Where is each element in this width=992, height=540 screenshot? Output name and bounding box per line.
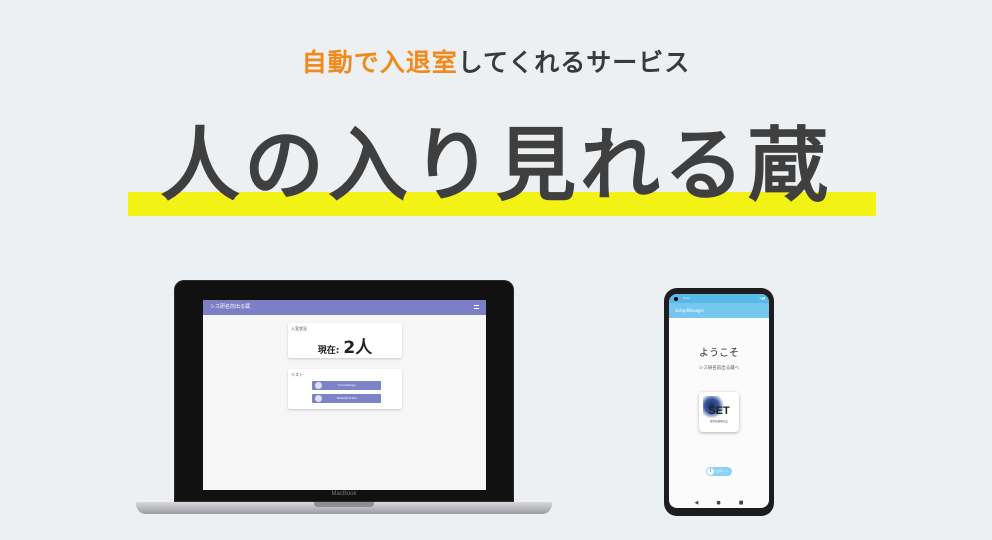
status-icons: ▾◢▮: [759, 296, 765, 300]
count-value: 2人: [343, 338, 373, 358]
avatar-icon: [315, 395, 322, 402]
phone-mockup: 9:43 ▾◢▮ SetupManager ようこそ シス研名前出る蔵へ SET…: [664, 288, 774, 516]
login-label: ログイン: [715, 469, 728, 473]
info-icon: i: [707, 468, 714, 475]
logo-text: SET: [708, 405, 730, 417]
laptop-screen: シス研名前出る蔵 入室状況 現在: 2人 リスト Yshumikago Takes…: [203, 300, 486, 490]
laptop-app-bar: シス研名前出る蔵: [203, 300, 486, 315]
list-card: リスト Yshumikago TakeshiHirata: [288, 369, 402, 409]
login-button[interactable]: i ログイン: [706, 467, 732, 476]
title-block: 人の入り見れる蔵: [0, 116, 992, 216]
laptop-notch: [314, 502, 374, 507]
tagline: 自動で入退室してくれるサービス: [0, 43, 992, 79]
laptop-app-title: シス研名前出る蔵: [210, 304, 251, 310]
back-icon[interactable]: ◀: [695, 500, 699, 506]
phone-status-bar: 9:43 ▾◢▮: [669, 294, 769, 303]
laptop-mockup: シス研名前出る蔵 入室状況 現在: 2人 リスト Yshumikago Takes…: [136, 280, 552, 520]
laptop-brand: MacBook: [331, 491, 357, 497]
recents-icon[interactable]: ■: [739, 500, 744, 506]
phone-app-bar: SetupManager: [669, 303, 769, 318]
tagline-rest: してくれるサービス: [457, 48, 691, 77]
logo-subtext: 創作技術研究会: [710, 420, 728, 423]
count-card: 入室状況 現在: 2人: [288, 323, 402, 358]
set-logo: SET 創作技術研究会: [699, 392, 739, 432]
home-icon[interactable]: ●: [716, 500, 720, 506]
phone-screen: 9:43 ▾◢▮ SetupManager ようこそ シス研名前出る蔵へ SET…: [669, 294, 769, 508]
avatar-icon: [315, 382, 322, 389]
count-card-label: 入室状況: [291, 326, 307, 331]
user-button[interactable]: TakeshiHirata: [312, 394, 381, 403]
phone-time: 9:43: [683, 296, 690, 300]
camera-icon: [674, 297, 678, 301]
count-line: 現在: 2人: [288, 333, 402, 358]
welcome-subtitle: シス研名前出る蔵へ: [698, 366, 740, 371]
laptop-base: [136, 502, 552, 514]
menu-icon[interactable]: [474, 305, 479, 309]
page-title: 人の入り見れる蔵: [160, 119, 832, 212]
phone-nav-bar: ◀ ● ■: [669, 497, 769, 508]
user-button[interactable]: Yshumikago: [312, 381, 381, 390]
user-name: Yshumikago: [337, 383, 356, 387]
laptop-lid: シス研名前出る蔵 入室状況 現在: 2人 リスト Yshumikago Takes…: [174, 280, 514, 502]
user-name: TakeshiHirata: [336, 396, 357, 400]
list-card-label: リスト: [291, 372, 303, 377]
tagline-highlight: 自動で入退室: [301, 48, 458, 77]
welcome-text: ようこそ: [699, 348, 739, 359]
count-prefix: 現在:: [317, 346, 340, 356]
